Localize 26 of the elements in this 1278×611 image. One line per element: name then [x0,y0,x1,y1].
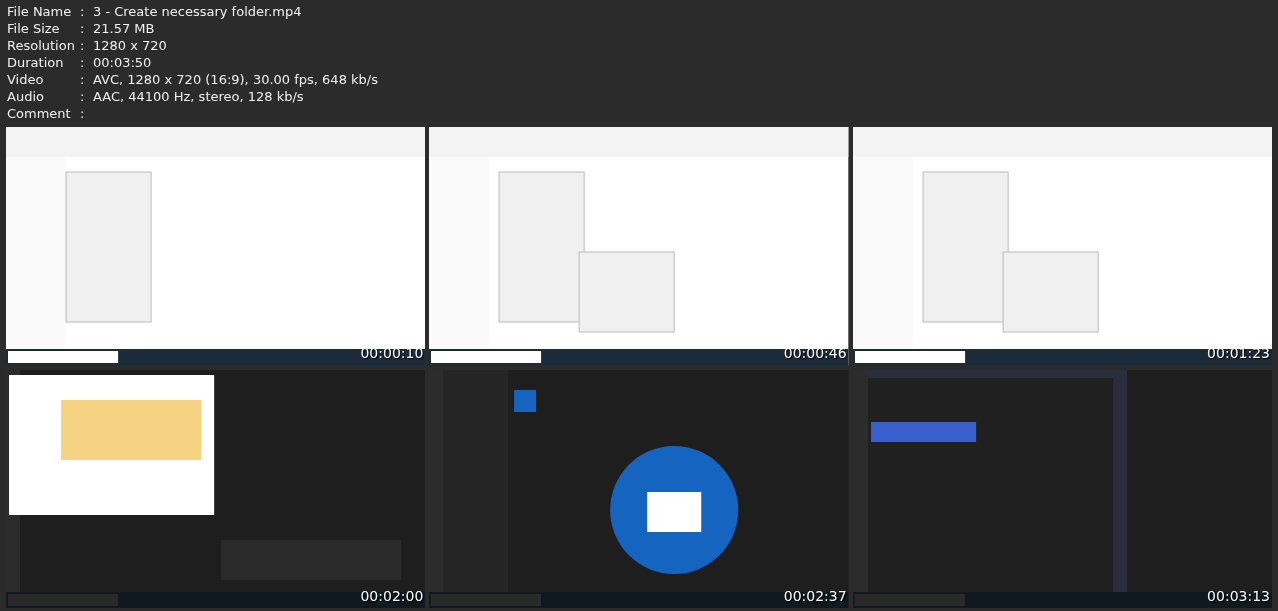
separator: : [80,71,86,88]
info-value: AVC, 1280 x 720 (16:9), 30.00 fps, 648 kb/s [93,71,378,88]
timestamp: 00:02:37 [783,588,847,604]
timestamp: 00:01:23 [1207,345,1270,361]
separator: : [80,54,86,71]
timestamp: 00:00:46 [783,345,847,361]
separator: : [80,3,86,20]
timestamp: 00:00:10 [360,345,424,361]
info-label: Audio [7,88,45,105]
info-label: Duration [7,54,65,71]
info-label: Resolution [7,37,76,54]
timestamp: 00:02:00 [360,588,424,604]
info-label: File Name [7,3,73,20]
info-value: 3 - Create necessary folder.mp4 [93,3,302,20]
info-label: Video [7,71,45,88]
separator: : [80,20,86,37]
info-label: File Size [7,20,61,37]
info-label: Comment [7,105,72,122]
info-value: 1280 x 720 [93,37,167,54]
info-value: 21.57 MB [93,20,155,37]
info-value: 00:03:50 [93,54,152,71]
separator: : [80,105,86,122]
separator: : [80,37,86,54]
timestamp: 00:03:13 [1207,588,1270,604]
separator: : [80,88,86,105]
info-value: AAC, 44100 Hz, stereo, 128 kb/s [93,88,304,105]
